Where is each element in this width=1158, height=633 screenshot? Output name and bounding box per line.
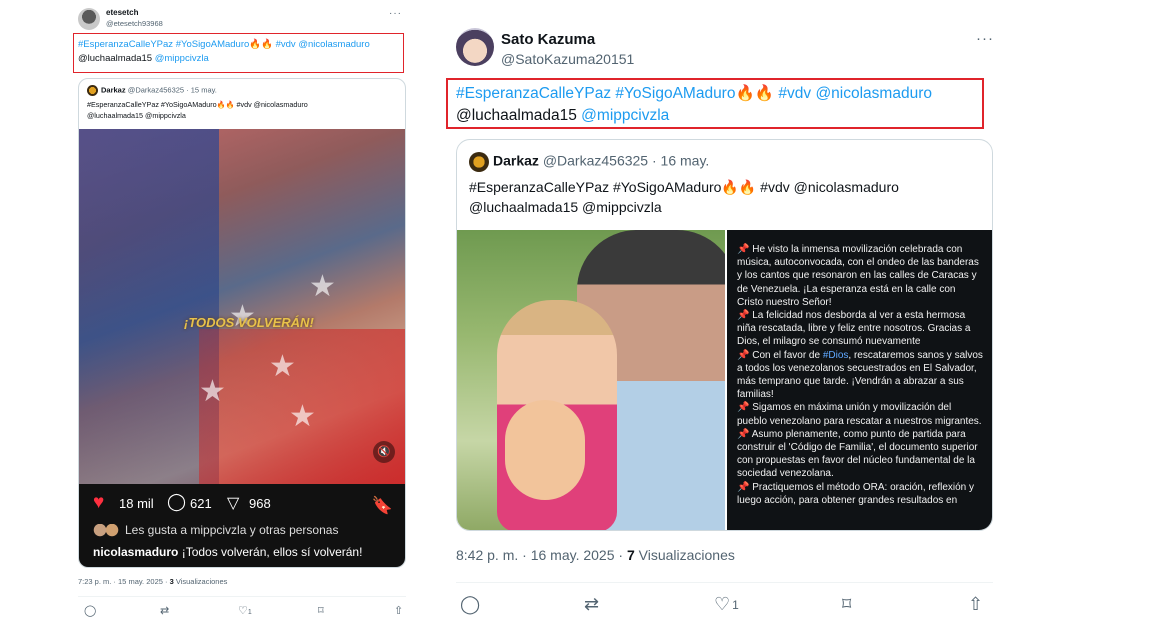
liked-by-text: Les gusta a mippcivzla y otras personas xyxy=(125,523,339,537)
quote-line-2: @luchaalmada15 @mippcivzla xyxy=(469,199,662,215)
views-label: Visualizaciones xyxy=(634,547,735,563)
reply-icon[interactable]: ◯ xyxy=(460,594,480,615)
quote-text: #EsperanzaCalleYPaz #YoSigoAMaduro🔥🔥 #vd… xyxy=(469,177,979,217)
retweet-icon[interactable]: ⇄ xyxy=(584,594,599,615)
quote-meta: @Darkaz456325 · 16 may. xyxy=(542,152,710,169)
tweet-actions: ◯ ⇄ ♡1 ⌑ ⇧ xyxy=(80,604,408,620)
like-icon[interactable]: ♡1 xyxy=(714,594,739,615)
flag-star-icon: ★ xyxy=(309,270,336,303)
panel-paragraph: 📌 La felicidad nos desborda al ver a est… xyxy=(737,309,984,349)
bookmark-icon[interactable]: ⌑ xyxy=(318,604,324,617)
quote-meta: @Darkaz456325 · 15 may. xyxy=(127,85,217,95)
views-count: 7 xyxy=(626,547,635,563)
panel-text-5: Asumo plenamente, como punto de partida … xyxy=(737,428,978,480)
like-count: 1 xyxy=(247,609,252,616)
tweet-timestamp[interactable]: 8:42 p. m. · 16 may. 2025 · xyxy=(456,547,627,563)
tweet-timestamp[interactable]: 7:23 p. m. · 15 may. 2025 · xyxy=(78,577,170,586)
caption-user: nicolasmaduro xyxy=(93,545,179,559)
quote-line-1: #EsperanzaCalleYPaz #YoSigoAMaduro🔥🔥 #vd… xyxy=(87,100,308,109)
tweet-footer-meta: 8:42 p. m. · 16 may. 2025 · 7 Visualizac… xyxy=(456,547,735,563)
divider xyxy=(456,582,993,583)
author-name[interactable]: Sato Kazuma xyxy=(501,31,595,48)
views-label: Visualizaciones xyxy=(173,577,228,586)
quote-avatar xyxy=(87,85,98,96)
pin-icon: 📌 xyxy=(737,428,750,440)
panel-paragraph: 📌 Practiquemos el método ORA: oración, r… xyxy=(737,481,984,507)
pin-icon: 📌 xyxy=(737,481,750,493)
quote-line-1: #EsperanzaCalleYPaz #YoSigoAMaduro🔥🔥 #vd… xyxy=(469,179,899,195)
author-name[interactable]: etesetch xyxy=(106,8,138,17)
share-icon[interactable]: ⇧ xyxy=(968,594,983,615)
liked-by-row: Les gusta a mippcivzla y otras personas xyxy=(93,523,339,538)
retweet-icon[interactable]: ⇄ xyxy=(160,604,169,617)
pin-icon: 📌 xyxy=(737,244,750,255)
quote-photo[interactable] xyxy=(457,230,725,530)
avatar[interactable] xyxy=(456,28,494,66)
flag-star-icon: ★ xyxy=(289,400,316,433)
panel-text-4: Sigamos en máxima unión y movilización d… xyxy=(737,402,982,427)
liked-by-avatars xyxy=(93,524,119,538)
panel-text-2: La felicidad nos desborda al ver a esta … xyxy=(737,310,971,348)
avatar[interactable] xyxy=(78,8,100,30)
video-media[interactable]: ★ ★ ★ ★ ★ ¡TODOS VOLVERÁN! 🔇 xyxy=(79,129,405,484)
like-count: 1 xyxy=(732,598,739,613)
video-overlay-text: ¡TODOS VOLVERÁN! xyxy=(184,315,314,330)
share-icon[interactable]: ⇧ xyxy=(394,604,403,617)
quote-avatar xyxy=(469,152,489,172)
left-tweet: etesetch @etesetch93968 ··· #EsperanzaCa… xyxy=(74,0,410,633)
heart-icon[interactable]: ♥ xyxy=(93,492,104,514)
mute-icon[interactable]: 🔇 xyxy=(373,441,395,463)
quoted-tweet[interactable]: Darkaz @Darkaz456325 · 16 may. #Esperanz… xyxy=(456,139,993,531)
comments-count: 621 xyxy=(190,496,212,511)
panel-paragraph: 📌 Sigamos en máxima unión y movilización… xyxy=(737,401,984,427)
instagram-caption: nicolasmaduro ¡Todos volverán, ellos sí … xyxy=(93,545,362,559)
author-handle[interactable]: @etesetch93968 xyxy=(106,19,163,28)
caption-text: ¡Todos volverán, ellos sí volverán! xyxy=(178,545,363,559)
instagram-embed-bar: ♥ 18 mil ◯ 621 ▽ 968 🔖 Les gusta a mippc… xyxy=(79,484,405,567)
shares-count: 968 xyxy=(249,496,271,511)
panel-hashtag: #Dios xyxy=(822,349,849,361)
flag-star-icon: ★ xyxy=(199,375,226,408)
panel-paragraph: 📌 Asumo plenamente, como punto de partid… xyxy=(737,428,984,481)
pin-icon: 📌 xyxy=(737,310,750,322)
like-icon[interactable]: ♡1 xyxy=(238,604,252,617)
more-icon[interactable]: ··· xyxy=(389,8,402,19)
tweet-footer-meta: 7:23 p. m. · 15 may. 2025 · 3 Visualizac… xyxy=(78,577,227,586)
quote-author-name: Darkaz xyxy=(493,152,539,169)
quote-header: Darkaz @Darkaz456325 · 15 may. xyxy=(87,85,217,96)
quoted-tweet[interactable]: Darkaz @Darkaz456325 · 15 may. #Esperanz… xyxy=(78,78,406,568)
quote-text: #EsperanzaCalleYPaz #YoSigoAMaduro🔥🔥 #vd… xyxy=(87,99,387,121)
panel-paragraph: 📌 Con el favor de #Dios, rescataremos sa… xyxy=(737,349,984,402)
flag-star-icon: ★ xyxy=(269,350,296,383)
panel-paragraph: 📌 He visto la inmensa movilización celeb… xyxy=(737,243,984,309)
send-icon[interactable]: ▽ xyxy=(227,493,239,513)
left-tweet-header: etesetch @etesetch93968 ··· xyxy=(78,6,408,32)
divider xyxy=(78,596,406,597)
panel-text-6: Practiquemos el método ORA: oración, ref… xyxy=(737,481,975,506)
more-icon[interactable]: ··· xyxy=(976,30,994,47)
photo-doll xyxy=(505,400,585,500)
pin-icon: 📌 xyxy=(737,349,750,361)
quote-header: Darkaz @Darkaz456325 · 16 may. xyxy=(469,152,709,172)
reply-icon[interactable]: ◯ xyxy=(84,604,96,617)
instagram-stats-row: ♥ 18 mil ◯ 621 ▽ 968 🔖 xyxy=(93,490,393,518)
highlight-box xyxy=(446,78,984,129)
comment-icon[interactable]: ◯ xyxy=(167,492,186,512)
bookmark-icon[interactable]: ⌑ xyxy=(842,594,851,615)
pin-icon: 📌 xyxy=(737,402,750,414)
bookmark-icon[interactable]: 🔖 xyxy=(372,496,393,516)
quote-author-name: Darkaz xyxy=(101,85,126,95)
tweet-actions: ◯ ⇄ ♡1 ⌑ ⇧ xyxy=(456,594,993,618)
highlight-box xyxy=(73,33,404,73)
quote-line-2: @luchaalmada15 @mippcivzla xyxy=(87,111,186,120)
likes-count: 18 mil xyxy=(119,496,154,511)
quote-text-image[interactable]: 📌 He visto la inmensa movilización celeb… xyxy=(727,230,992,530)
panel-text-1: He visto la inmensa movilización celebra… xyxy=(737,244,979,308)
panel-text-3: Con el favor de xyxy=(752,349,823,361)
author-handle[interactable]: @SatoKazuma20151 xyxy=(501,51,634,67)
flag-blue-band xyxy=(79,129,219,484)
